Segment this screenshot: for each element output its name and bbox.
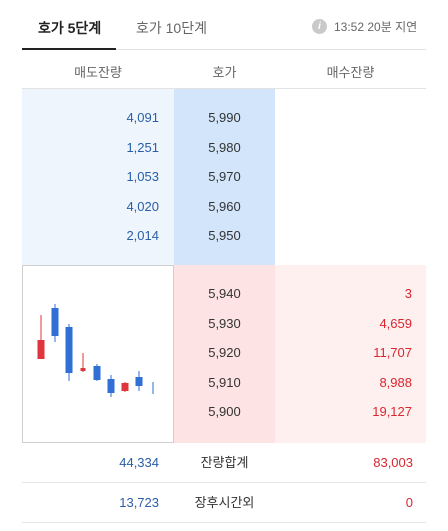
- bid-row[interactable]: 5,930 4,659: [174, 312, 426, 336]
- bid-price: 5,940: [208, 286, 241, 301]
- active-tab-indicator: [22, 48, 116, 50]
- candle-chart-svg: [37, 304, 154, 397]
- ask-volume: 1,053: [126, 169, 159, 184]
- bid-row[interactable]: 5,940 3: [174, 282, 426, 306]
- after-hours-bid-volume: 0: [405, 495, 413, 510]
- bid-volume: 3: [404, 286, 412, 301]
- ask-volume: 1,251: [126, 140, 159, 155]
- ask-price: 5,960: [208, 199, 241, 214]
- candle-body: [65, 327, 73, 373]
- price-header: 호가: [212, 65, 237, 80]
- ask-row[interactable]: 1,053 5,970: [22, 165, 275, 189]
- ask-row[interactable]: 1,251 5,980: [22, 136, 275, 160]
- column-header: 매도잔량 호가 매수잔량: [22, 51, 426, 89]
- total-bid-volume: 83,003: [373, 455, 413, 470]
- ask-row[interactable]: 4,020 5,960: [22, 195, 275, 219]
- candle-body: [51, 308, 59, 336]
- ask-volume: 4,091: [126, 110, 159, 125]
- orderbook-tabs: 호가 5단계 호가 10단계 i 13:52 20분 지연: [22, 0, 426, 50]
- ask-row[interactable]: 4,091 5,990: [22, 106, 275, 130]
- total-remaining-row: 44,334 잔량합계 83,003: [22, 443, 426, 483]
- ask-price: 5,970: [208, 169, 241, 184]
- bid-row[interactable]: 5,920 11,707: [174, 341, 426, 365]
- candle-body: [152, 387, 154, 388]
- total-remaining-label: 잔량합계: [200, 455, 249, 470]
- after-hours-label: 장후시간외: [194, 495, 255, 510]
- ask-price: 5,980: [208, 140, 241, 155]
- bid-volume-header: 매수잔량: [326, 65, 375, 80]
- ask-row[interactable]: 2,014 5,950: [22, 224, 275, 248]
- candle-body: [93, 366, 101, 380]
- after-hours-ask-volume: 13,723: [119, 495, 159, 510]
- ask-volume: 4,020: [126, 199, 159, 214]
- bid-row[interactable]: 5,910 8,988: [174, 371, 426, 395]
- bid-volume: 8,988: [379, 375, 412, 390]
- delay-time-label: 13:52 20분 지연: [334, 20, 418, 34]
- bid-volume: 19,127: [372, 404, 412, 419]
- bid-price: 5,900: [208, 404, 241, 419]
- candle-body: [121, 383, 129, 391]
- after-hours-row: 13,723 장후시간외 0: [22, 483, 426, 523]
- bid-volume: 4,659: [379, 316, 412, 331]
- candle-body: [80, 368, 86, 371]
- mini-candle-chart: [22, 265, 174, 443]
- total-ask-volume: 44,334: [119, 455, 159, 470]
- ask-volume: 2,014: [126, 228, 159, 243]
- bid-price: 5,910: [208, 375, 241, 390]
- tab-10-levels[interactable]: 호가 10단계: [136, 18, 207, 38]
- bid-price: 5,920: [208, 345, 241, 360]
- ask-volume-header: 매도잔량: [74, 65, 122, 80]
- candle-body: [135, 377, 143, 386]
- candle-body: [37, 340, 45, 359]
- ask-price: 5,950: [208, 228, 241, 243]
- bid-price: 5,930: [208, 316, 241, 331]
- bid-row[interactable]: 5,900 19,127: [174, 400, 426, 424]
- bid-volume: 11,707: [373, 345, 412, 360]
- candle-body: [107, 379, 115, 393]
- info-icon[interactable]: i: [312, 19, 327, 34]
- tab-5-levels[interactable]: 호가 5단계: [38, 18, 101, 38]
- ask-price: 5,990: [208, 110, 241, 125]
